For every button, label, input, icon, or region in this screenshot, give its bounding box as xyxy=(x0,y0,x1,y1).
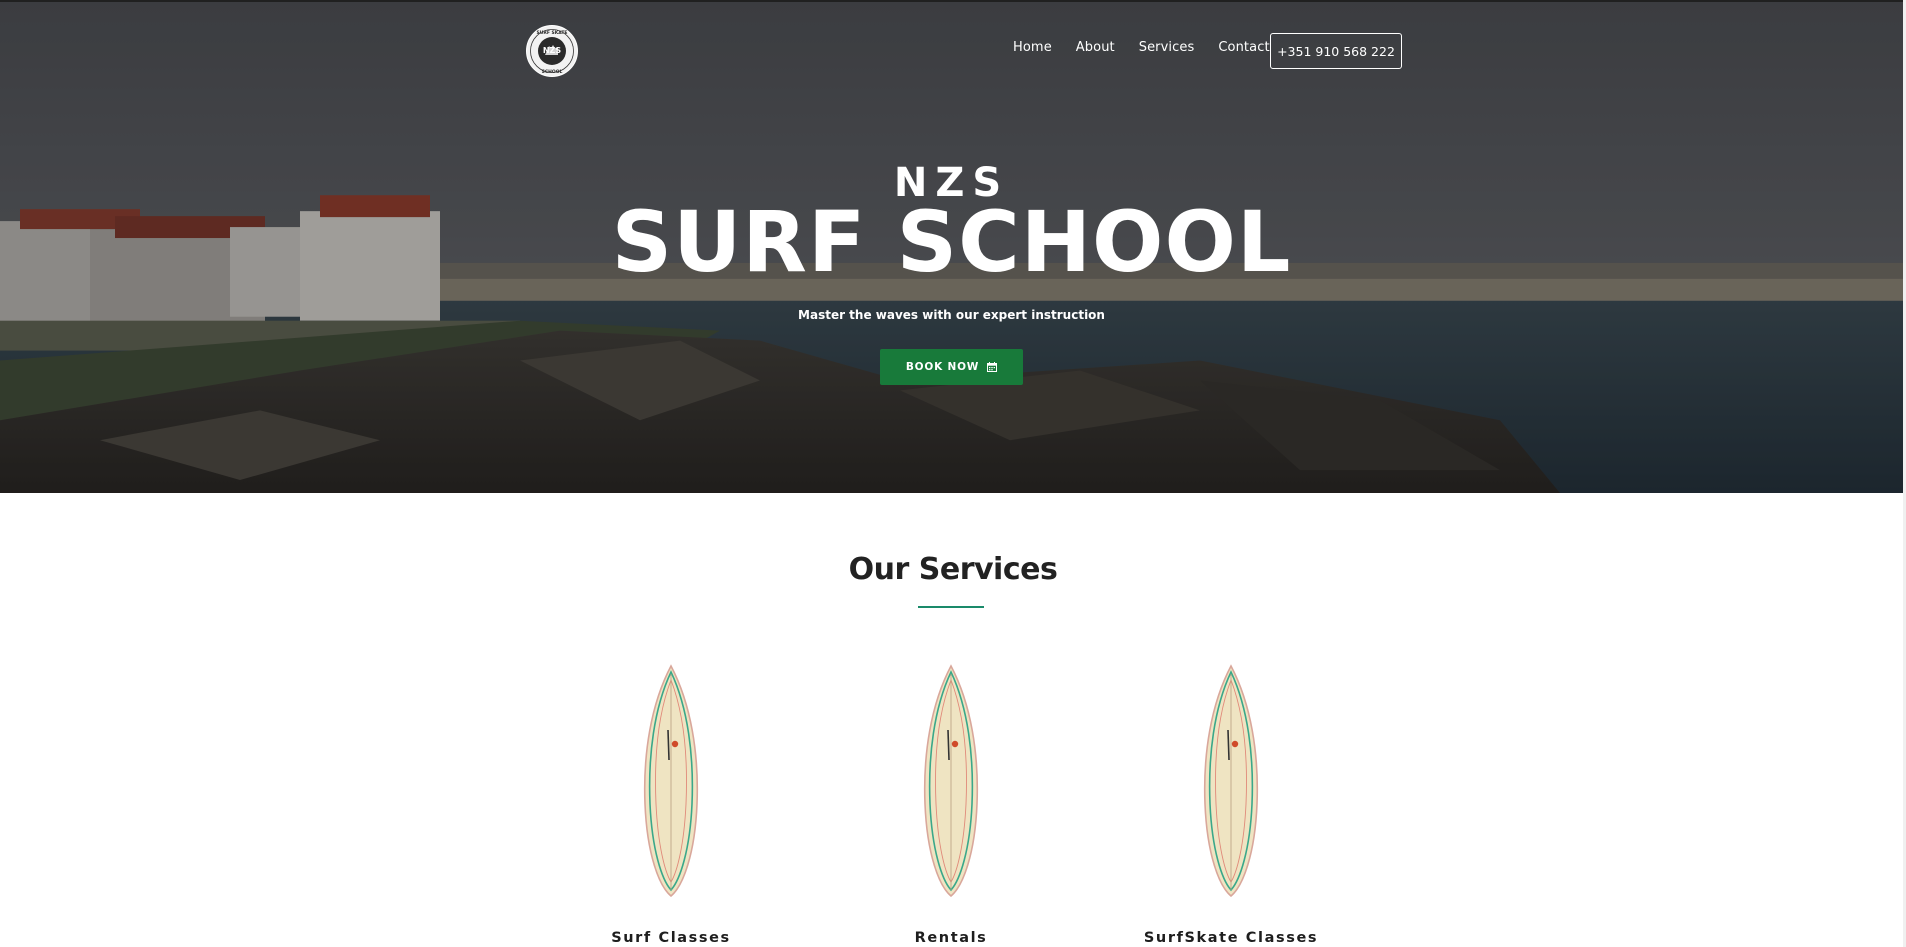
hero-section: NZS SURF SKATE SCHOOL Home About Service… xyxy=(0,0,1903,493)
logo-top-text: SURF SKATE xyxy=(536,30,567,36)
book-now-label: BOOK NOW xyxy=(905,361,980,373)
hero-title: SURF SCHOOL xyxy=(611,193,1292,291)
services-title: Our Services xyxy=(848,552,1058,587)
calendar-icon xyxy=(987,362,998,372)
service-label: SurfSkate Classes xyxy=(1143,930,1319,946)
nav-link-home[interactable]: Home xyxy=(1013,40,1052,55)
nav-link-about[interactable]: About xyxy=(1076,40,1115,55)
nav-link-services[interactable]: Services xyxy=(1139,40,1195,55)
surfboard-icon xyxy=(1203,664,1259,898)
nav-link-contact[interactable]: Contact xyxy=(1218,40,1269,55)
logo-center-text: NZS xyxy=(543,46,561,55)
book-now-button[interactable]: BOOK NOW xyxy=(880,349,1023,385)
services-divider xyxy=(918,606,984,608)
service-label: Rentals xyxy=(914,930,988,946)
logo-bottom-text: SCHOOL xyxy=(542,69,563,75)
phone-button[interactable]: +351 910 568 222 xyxy=(1270,33,1402,69)
main-nav: Home About Services Contact xyxy=(1013,40,1294,55)
logo[interactable]: NZS SURF SKATE SCHOOL xyxy=(525,24,579,78)
service-card-surfskate-classes[interactable]: SurfSkate Classes xyxy=(1131,660,1331,947)
hero-subtitle: Master the waves with our expert instruc… xyxy=(798,308,1105,322)
service-card-rentals[interactable]: Rentals xyxy=(851,660,1051,947)
surfboard-icon xyxy=(643,664,699,898)
service-card-surf-classes[interactable]: Surf Classes xyxy=(571,660,771,947)
service-label: Surf Classes xyxy=(611,930,731,946)
surfboard-icon xyxy=(923,664,979,898)
